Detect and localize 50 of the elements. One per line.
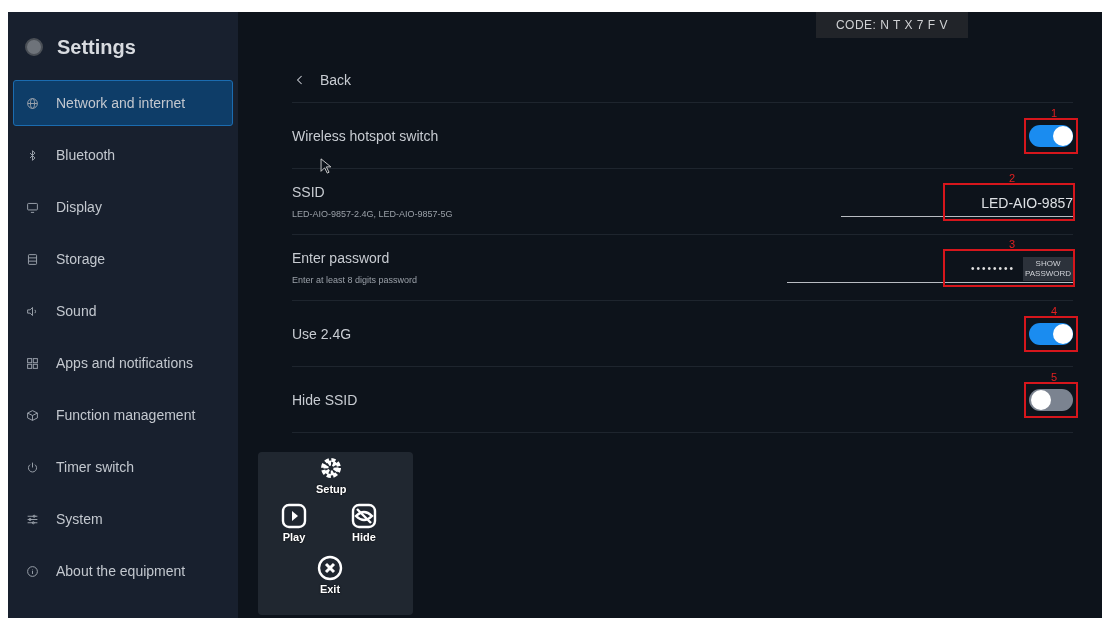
play-icon <box>280 502 308 530</box>
sidebar-item[interactable]: Network and internet <box>13 80 233 126</box>
setting-label: SSID <box>292 184 326 200</box>
setting-label: Use 2.4G <box>292 325 352 342</box>
setting-label: Wireless hotspot switch <box>292 127 439 144</box>
menu-button[interactable]: Exit <box>316 554 344 595</box>
annotation-number: 2 <box>1009 171 1016 184</box>
show-password-button[interactable]: SHOW PASSWORD <box>1023 256 1073 281</box>
toggle-switch[interactable] <box>1029 124 1073 147</box>
cube-icon <box>26 408 39 422</box>
ssid-field[interactable]: LED-AIO-9857 <box>981 189 1073 216</box>
monitor-icon <box>26 200 39 214</box>
sidebar-item[interactable]: Function management <box>13 392 233 438</box>
sidebar-item[interactable]: System <box>13 496 233 542</box>
setting-hint: Enter at least 8 digits password <box>292 275 418 285</box>
annotation-number: 4 <box>1051 304 1058 317</box>
sidebar-item[interactable]: Display <box>13 184 233 230</box>
globe-icon <box>26 96 39 110</box>
annotation-number: 1 <box>1051 106 1058 119</box>
menu-button[interactable]: Play <box>280 502 308 543</box>
speaker-icon <box>26 304 39 318</box>
password-value: •••••••• <box>971 263 1015 274</box>
toggle-switch[interactable] <box>1029 322 1073 345</box>
sidebar-item[interactable]: Sound <box>13 288 233 334</box>
setting-hint: LED-AIO-9857-2.4G, LED-AIO-9857-5G <box>292 209 453 219</box>
sidebar-item[interactable]: About the equipment <box>13 548 233 594</box>
annotation-number: 5 <box>1051 370 1058 383</box>
code-badge: CODE: N T X 7 F V <box>816 12 968 38</box>
chevron-left-icon <box>296 73 304 87</box>
close-icon <box>316 554 344 582</box>
eye-slash-icon <box>350 502 378 530</box>
storage-icon <box>26 252 39 266</box>
sidebar-item[interactable]: Apps and notifications <box>13 340 233 386</box>
sidebar-title: Settings <box>57 35 136 59</box>
info-icon <box>26 564 39 578</box>
grid-icon <box>26 356 39 370</box>
password-field[interactable]: •••••••• SHOW PASSWORD <box>971 254 1073 283</box>
menu-button[interactable]: Hide <box>350 502 378 543</box>
sidebar-item[interactable]: Timer switch <box>13 444 233 490</box>
toggle-switch[interactable] <box>1029 388 1073 411</box>
cursor-icon <box>320 158 331 174</box>
sidebar-item[interactable]: Storage <box>13 236 233 282</box>
sliders-icon <box>26 512 39 526</box>
sidebar-item[interactable]: Bluetooth <box>13 132 233 178</box>
power-icon <box>26 460 39 474</box>
menu-button[interactable]: Setup <box>316 454 347 495</box>
annotation-number: 3 <box>1009 237 1016 250</box>
setting-label: Enter password <box>292 250 391 266</box>
back-button[interactable]: Back <box>292 70 352 90</box>
setting-label: Hide SSID <box>292 391 358 408</box>
